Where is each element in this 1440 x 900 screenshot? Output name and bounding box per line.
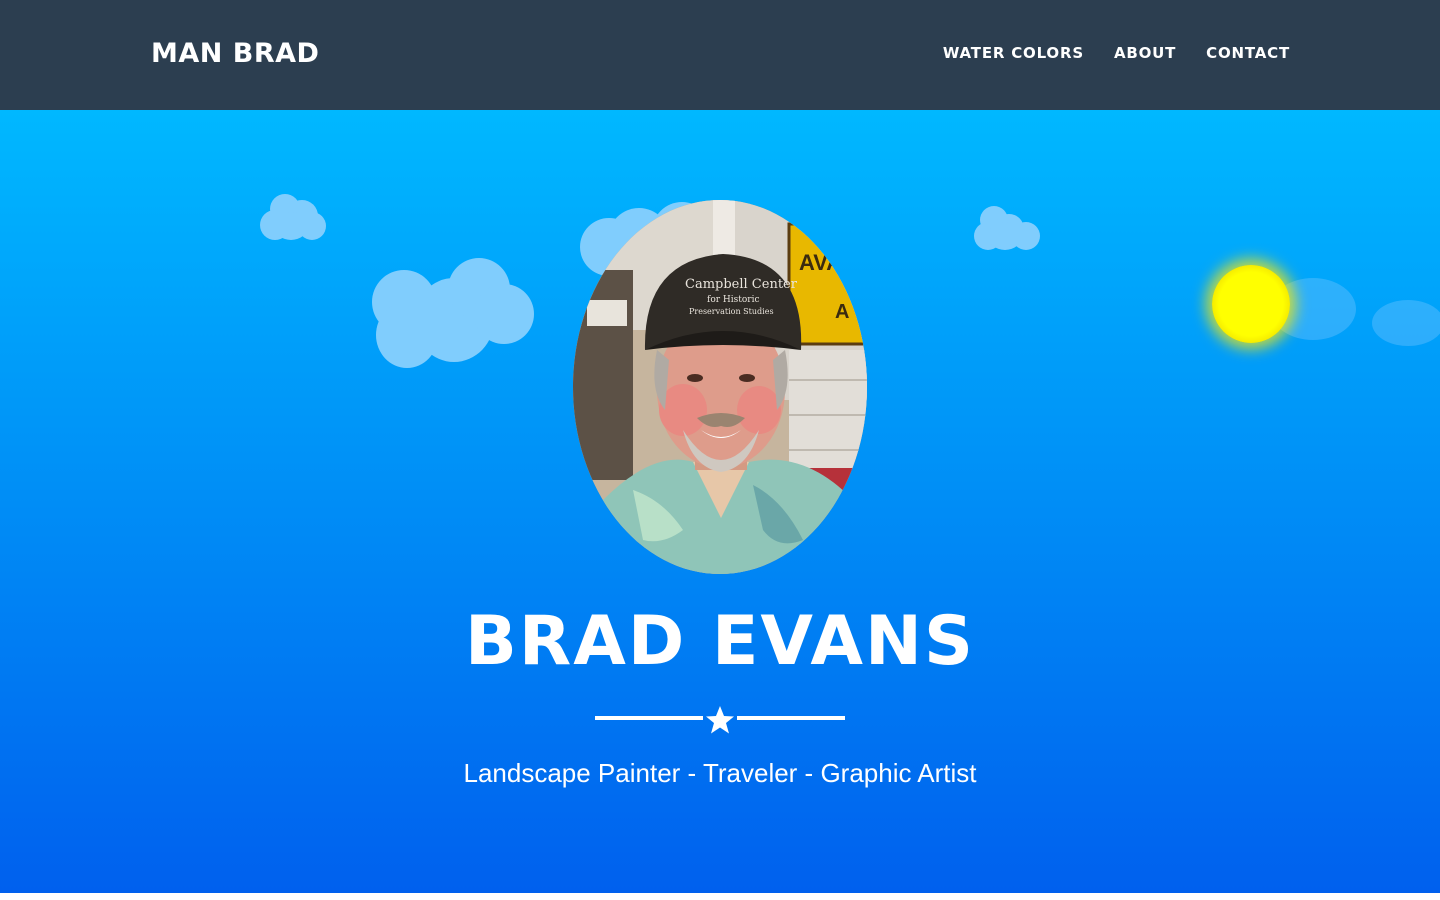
nav-links: WATER COLORS ABOUT CONTACT (943, 46, 1290, 61)
hero-section: AVA A Campbell Center for Historic Prese… (0, 110, 1440, 893)
cloud-icon (370, 256, 536, 370)
hero-name-heading: BRAD EVANS (465, 602, 975, 681)
profile-photo-illustration: AVA A Campbell Center for Historic Prese… (573, 200, 867, 574)
cloud-icon (972, 204, 1042, 254)
svg-text:for Historic: for Historic (707, 295, 760, 305)
cloud-icon (1372, 300, 1440, 346)
brand-logo-link[interactable]: MAN BRAD (151, 40, 319, 67)
hero-tagline: Landscape Painter - Traveler - Graphic A… (463, 758, 977, 788)
svg-text:Preservation Studies: Preservation Studies (689, 307, 774, 316)
profile-photo: AVA A Campbell Center for Historic Prese… (573, 200, 867, 574)
divider-line-right (737, 716, 845, 720)
star-icon (706, 706, 734, 734)
svg-text:A: A (835, 301, 849, 323)
nav-link-about[interactable]: ABOUT (1114, 46, 1176, 61)
star-divider (595, 705, 845, 735)
nav-link-contact[interactable]: CONTACT (1206, 46, 1290, 61)
svg-text:AVA: AVA (799, 250, 842, 275)
divider-line-left (595, 716, 703, 720)
svg-text:Campbell Center: Campbell Center (685, 277, 798, 292)
cloud-icon (258, 192, 328, 242)
nav-link-water-colors[interactable]: WATER COLORS (943, 46, 1084, 61)
top-navbar: MAN BRAD WATER COLORS ABOUT CONTACT (0, 0, 1440, 110)
sun-icon (1212, 265, 1290, 343)
